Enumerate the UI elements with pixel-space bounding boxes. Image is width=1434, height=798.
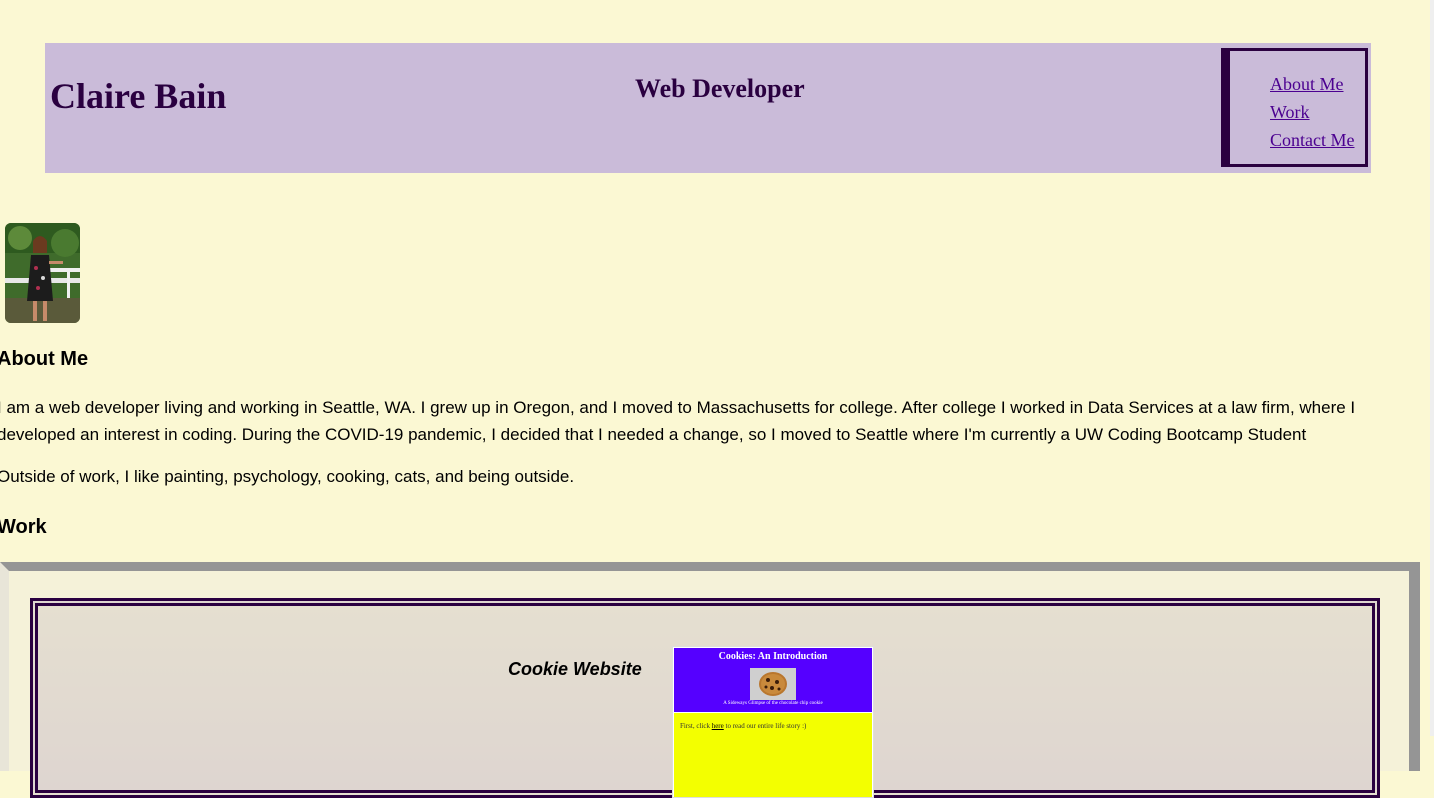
thumbnail-banner: Cookies: An Introduction A Sideways Glim… [674,648,872,712]
about-paragraph-1: I am a web developer living and working … [0,398,1356,444]
cookie-icon [759,672,787,696]
profile-photo [5,223,80,323]
about-paragraph-2: Outside of work, I like painting, psycho… [0,467,575,486]
project-card: Cookie Website Cookies: An Introduction … [30,598,1380,798]
nav-item-about: About Me [1270,71,1354,99]
site-role: Web Developer [635,74,805,103]
profile-photo-image [5,223,80,323]
site-header: Claire Bain Web Developer About Me Work … [45,43,1371,173]
about-heading: About Me [0,348,89,370]
thumbnail-text: First, click here to read our entire lif… [680,722,806,730]
work-heading: Work [0,516,47,538]
nav-list: About Me Work Contact Me [1270,71,1354,155]
thumbnail-body: First, click here to read our entire lif… [674,713,872,797]
nav-link-about-me[interactable]: About Me [1270,74,1344,94]
nav-item-contact: Contact Me [1270,127,1354,155]
main-nav: About Me Work Contact Me [1221,48,1368,167]
thumbnail-caption: A Sideways Glimpse of the chocolate chip… [723,701,823,706]
nav-item-work: Work [1270,99,1354,127]
frame-corner [1409,562,1420,571]
site-name: Claire Bain [50,76,227,116]
thumbnail-title: Cookies: An Introduction [718,651,828,662]
project-title: Cookie Website [508,659,642,679]
thumbnail-text-link: here [711,722,724,730]
scrollbar-track[interactable] [1430,0,1434,736]
cookie-image [750,668,796,700]
project-thumbnail[interactable]: Cookies: An Introduction A Sideways Glim… [672,646,874,798]
nav-link-work[interactable]: Work [1270,102,1310,122]
thumbnail-text-prefix: First, click [680,722,710,730]
work-section: Cookie Website Cookies: An Introduction … [0,562,1420,798]
nav-link-contact-me[interactable]: Contact Me [1270,130,1354,150]
thumbnail-text-suffix: to read our entire life story :) [725,722,807,730]
